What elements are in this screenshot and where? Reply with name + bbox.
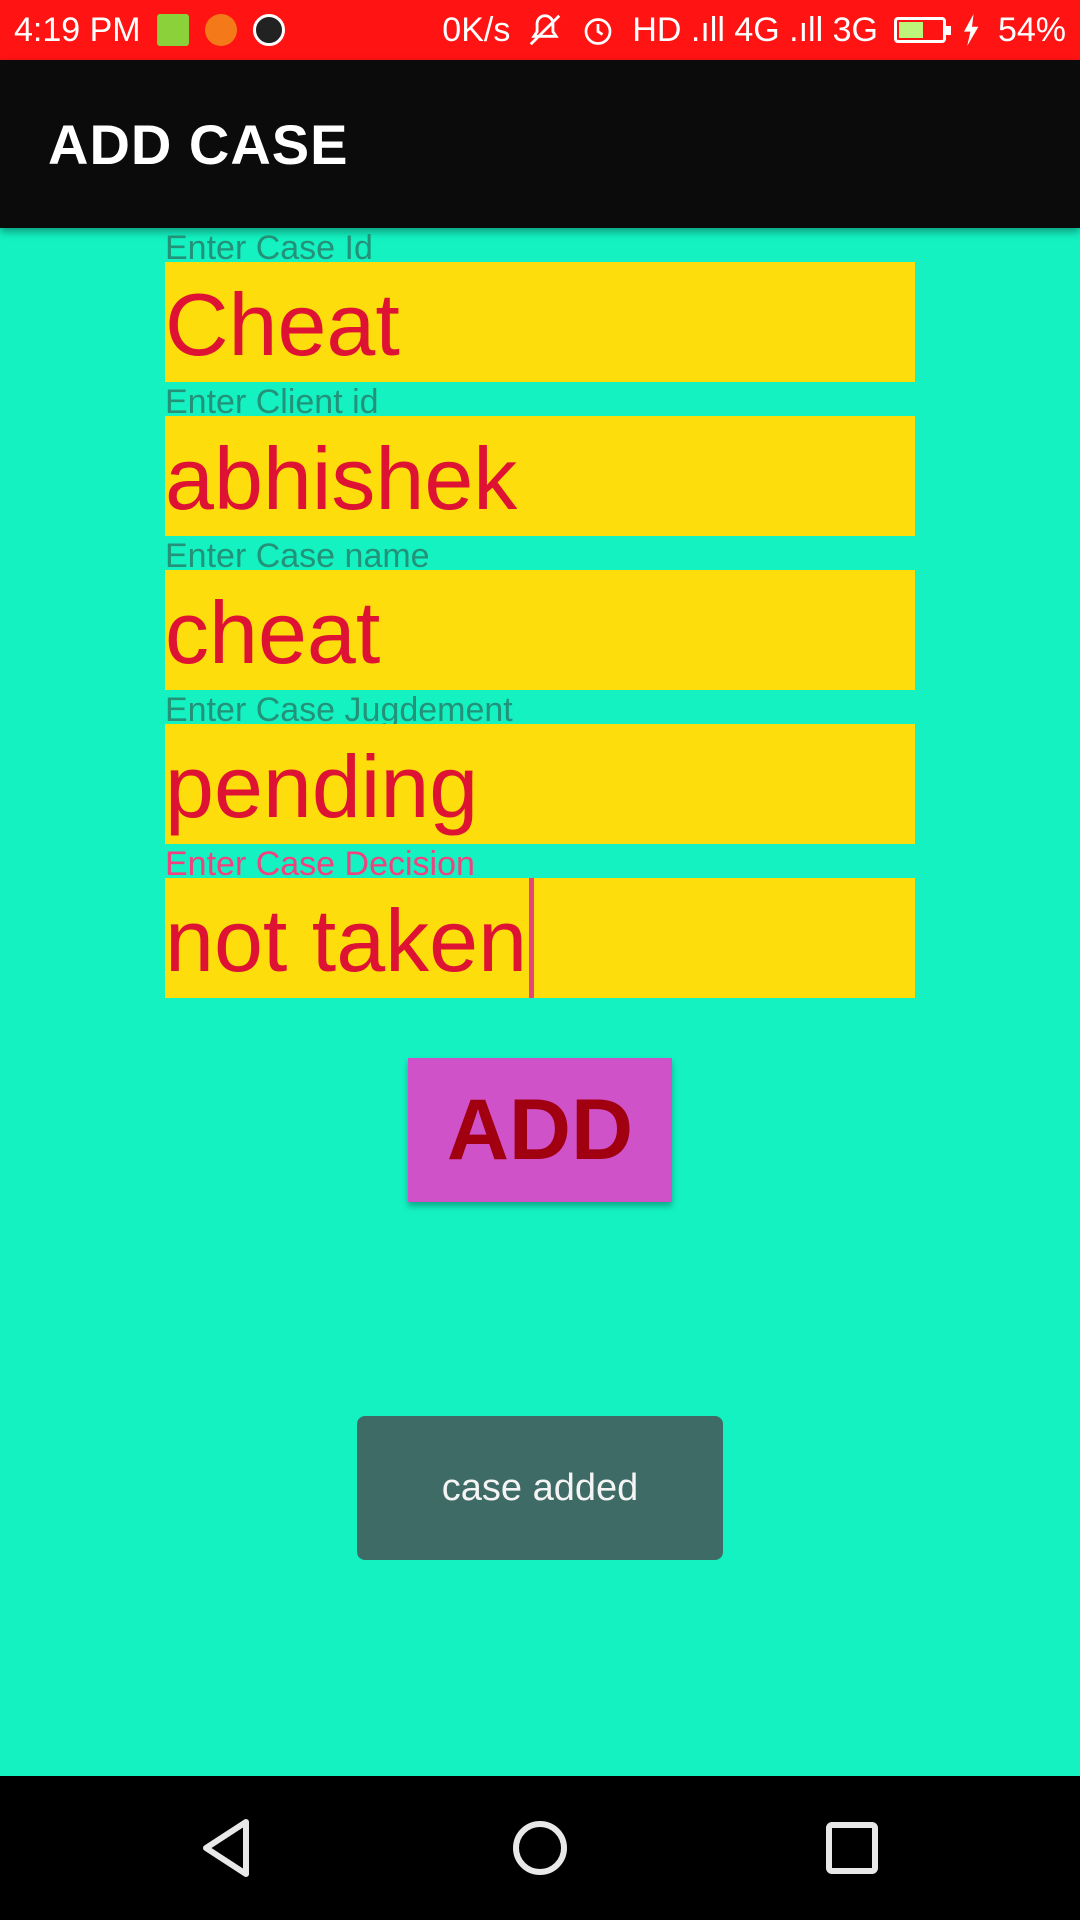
case-judgement-label: Enter Case Jugdement: [165, 691, 513, 729]
case-name-label: Enter Case name: [165, 537, 430, 575]
status-time: 4:19 PM: [14, 10, 141, 49]
notification-app-icon: [156, 14, 189, 46]
case-decision-field: Enter Case Decision not taken: [165, 844, 915, 998]
status-left: 4:19 PM: [14, 11, 285, 50]
case-id-field: Enter Case Id Cheat: [165, 228, 915, 382]
case-judgement-field: Enter Case Jugdement pending: [165, 690, 915, 844]
client-id-field: Enter Client id abhishek: [165, 382, 915, 536]
client-id-label: Enter Client id: [165, 383, 379, 421]
case-name-input[interactable]: cheat: [165, 570, 915, 690]
back-icon: [203, 1819, 249, 1877]
status-right: 0K/s HD .ıll 4G .ıll 3G 54%: [442, 11, 1066, 50]
page-title: ADD CASE: [48, 112, 349, 176]
text-cursor: [529, 878, 535, 998]
battery-fill: [898, 22, 923, 38]
battery-icon: [893, 17, 951, 43]
client-id-input[interactable]: abhishek: [165, 416, 915, 536]
notification-crop-icon: [204, 14, 237, 46]
case-id-label: Enter Case Id: [165, 229, 373, 267]
case-decision-label: Enter Case Decision: [165, 845, 475, 883]
recents-icon: [826, 1822, 878, 1874]
mute-icon: [530, 14, 561, 46]
network-speed: 0K/s: [442, 10, 511, 49]
case-judgement-value: pending: [165, 737, 479, 836]
app-bar: ADD CASE: [0, 60, 1080, 228]
recents-button[interactable]: [802, 1798, 902, 1898]
toast-message: case added: [441, 1466, 639, 1509]
nav-bar: [0, 1776, 1080, 1920]
battery-percent: 54%: [997, 10, 1066, 49]
add-button[interactable]: ADD: [408, 1058, 672, 1202]
back-button[interactable]: [178, 1798, 278, 1898]
case-decision-value: not taken: [165, 891, 528, 990]
client-id-value: abhishek: [165, 429, 518, 528]
charging-icon: [963, 14, 979, 46]
home-icon: [513, 1821, 567, 1875]
status-bar: 4:19 PM 0K/s HD .ıll 4G .ıll 3G 54%: [0, 0, 1080, 60]
case-name-value: cheat: [165, 583, 381, 682]
case-id-input[interactable]: Cheat: [165, 262, 915, 382]
alarm-icon: [584, 18, 612, 45]
case-id-value: Cheat: [165, 275, 400, 374]
signal-text: HD .ıll 4G .ıll 3G: [632, 10, 878, 49]
home-button[interactable]: [490, 1798, 590, 1898]
notification-call-icon: [252, 14, 285, 46]
case-decision-input[interactable]: not taken: [165, 878, 915, 998]
toast: case added: [357, 1416, 723, 1560]
case-judgement-input[interactable]: pending: [165, 724, 915, 844]
case-name-field: Enter Case name cheat: [165, 536, 915, 690]
